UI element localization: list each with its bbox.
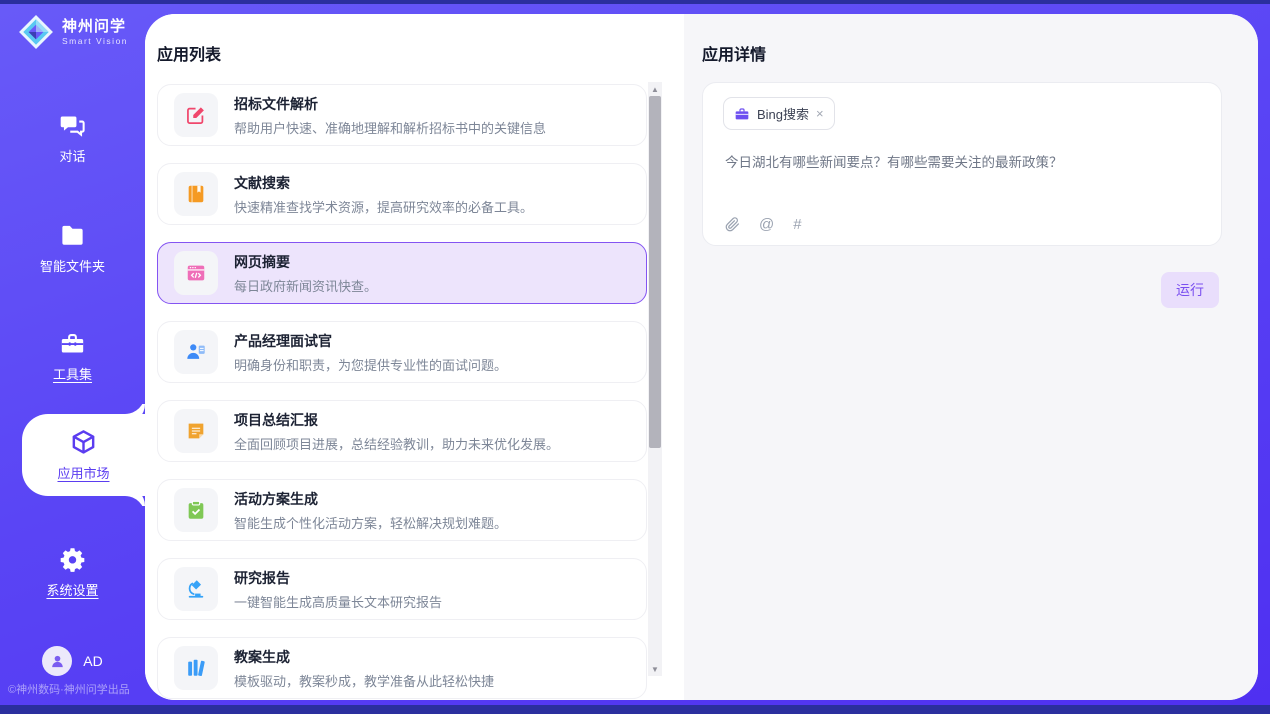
scroll-up-icon[interactable]: ▲ (648, 83, 662, 95)
app-card-title: 项目总结汇报 (234, 410, 559, 430)
cube-icon (69, 428, 98, 457)
folder-icon (59, 222, 86, 249)
paperclip-icon[interactable] (725, 217, 740, 232)
user-account[interactable]: AD (0, 646, 145, 676)
app-card-desc: 智能生成个性化活动方案，轻松解决规划难题。 (234, 513, 507, 532)
toolbox-icon (59, 330, 86, 357)
attachment-toolbar: @ # (725, 216, 802, 233)
sidebar-item-label: 对话 (59, 146, 85, 165)
app-icon-tile (174, 172, 218, 216)
scrollbar-thumb[interactable] (649, 96, 661, 448)
hashtag-icon[interactable]: # (793, 216, 801, 233)
note-icon (185, 420, 207, 442)
app-icon-tile (174, 646, 218, 690)
app-card-desc: 全面回顾项目进展，总结经验教训，助力未来优化发展。 (234, 434, 559, 453)
app-detail-panel: 应用详情 Bing搜索 × 今日湖北有哪些新闻要点？有哪些需要关注的最新政策？ … (684, 14, 1258, 700)
app-icon-tile (174, 251, 218, 295)
chat-icon (59, 112, 86, 139)
person-icon (185, 341, 207, 363)
app-icon-tile (174, 488, 218, 532)
briefcase-icon (734, 106, 750, 122)
app-card[interactable]: 项目总结汇报 全面回顾项目进展，总结经验教训，助力未来优化发展。 (157, 400, 647, 462)
app-card[interactable]: 网页摘要 每日政府新闻资讯快查。 (157, 242, 647, 304)
sidebar-item-settings[interactable]: 系统设置 (0, 546, 145, 599)
app-card[interactable]: 文献搜索 快速精准查找学术资源，提高研究效率的必备工具。 (157, 163, 647, 225)
app-card-desc: 快速精准查找学术资源，提高研究效率的必备工具。 (234, 197, 533, 216)
tool-tag-bing-search[interactable]: Bing搜索 × (723, 97, 835, 130)
app-card-title: 招标文件解析 (234, 94, 546, 114)
app-list-panel: 应用列表 招标文件解析 帮助用户快速、准确地理解和解析招标书中的关键信息 文献搜… (145, 14, 684, 700)
clipboard-check-icon (185, 499, 207, 521)
mention-icon[interactable]: @ (759, 216, 774, 233)
app-logo: 神州问学 Smart Vision (18, 14, 138, 50)
logo-diamond-icon (18, 14, 54, 50)
app-icon-tile (174, 567, 218, 611)
edit-icon (185, 104, 207, 126)
app-card-desc: 模板驱动，教案秒成，教学准备从此轻松快捷 (234, 671, 494, 690)
scroll-down-icon[interactable]: ▼ (648, 663, 662, 675)
prompt-card: Bing搜索 × 今日湖北有哪些新闻要点？有哪些需要关注的最新政策？ @ # (702, 82, 1222, 246)
app-card-desc: 每日政府新闻资讯快查。 (234, 276, 377, 295)
microscope-icon (185, 578, 207, 600)
app-card[interactable]: 招标文件解析 帮助用户快速、准确地理解和解析招标书中的关键信息 (157, 84, 647, 146)
sidebar-item-chat[interactable]: 对话 (0, 112, 145, 165)
app-card[interactable]: 研究报告 一键智能生成高质量长文本研究报告 (157, 558, 647, 620)
app-card[interactable]: 教案生成 模板驱动，教案秒成，教学准备从此轻松快捷 (157, 637, 647, 699)
app-detail-title: 应用详情 (702, 41, 766, 65)
book-icon (185, 183, 207, 205)
avatar (42, 646, 72, 676)
app-card-title: 活动方案生成 (234, 489, 507, 509)
app-icon-tile (174, 93, 218, 137)
brand-name: 神州问学 (62, 18, 128, 35)
app-card[interactable]: 活动方案生成 智能生成个性化活动方案，轻松解决规划难题。 (157, 479, 647, 541)
scrollbar[interactable]: ▲ ▼ (648, 82, 662, 676)
sidebar-item-toolset[interactable]: 工具集 (0, 330, 145, 383)
app-card-list: 招标文件解析 帮助用户快速、准确地理解和解析招标书中的关键信息 文献搜索 快速精… (157, 84, 647, 700)
app-card-desc: 明确身份和职责，为您提供专业性的面试问题。 (234, 355, 507, 374)
app-card-title: 研究报告 (234, 568, 442, 588)
sidebar-item-app-market[interactable]: 应用市场 (22, 414, 145, 496)
app-list-title: 应用列表 (157, 41, 221, 65)
main-content: 应用列表 招标文件解析 帮助用户快速、准确地理解和解析招标书中的关键信息 文献搜… (145, 14, 1258, 700)
tag-close-icon[interactable]: × (816, 107, 824, 120)
tool-tag-label: Bing搜索 (757, 104, 809, 123)
app-card-title: 产品经理面试官 (234, 331, 507, 351)
sidebar-item-label: 应用市场 (57, 463, 109, 482)
user-name: AD (83, 653, 102, 669)
app-card[interactable]: 产品经理面试官 明确身份和职责，为您提供专业性的面试问题。 (157, 321, 647, 383)
books-icon (185, 657, 207, 679)
copyright-footer: ©神州数码·神州问学出品 (8, 681, 130, 697)
sidebar-item-smart-folders[interactable]: 智能文件夹 (0, 222, 145, 275)
app-card-desc: 一键智能生成高质量长文本研究报告 (234, 592, 442, 611)
app-card-title: 文献搜索 (234, 173, 533, 193)
gear-icon (59, 546, 86, 573)
user-icon (49, 653, 66, 670)
app-icon-tile (174, 330, 218, 374)
run-button[interactable]: 运行 (1161, 272, 1219, 308)
app-card-title: 教案生成 (234, 647, 494, 667)
brand-subtitle: Smart Vision (62, 36, 128, 46)
app-icon-tile (174, 409, 218, 453)
query-input[interactable]: 今日湖北有哪些新闻要点？有哪些需要关注的最新政策？ (725, 151, 1201, 171)
sidebar-item-label: 工具集 (53, 364, 92, 383)
app-card-title: 网页摘要 (234, 252, 377, 272)
sidebar-item-label: 智能文件夹 (40, 256, 105, 275)
app-card-desc: 帮助用户快速、准确地理解和解析招标书中的关键信息 (234, 118, 546, 137)
sidebar-item-label: 系统设置 (46, 580, 98, 599)
browser-icon (185, 262, 207, 284)
